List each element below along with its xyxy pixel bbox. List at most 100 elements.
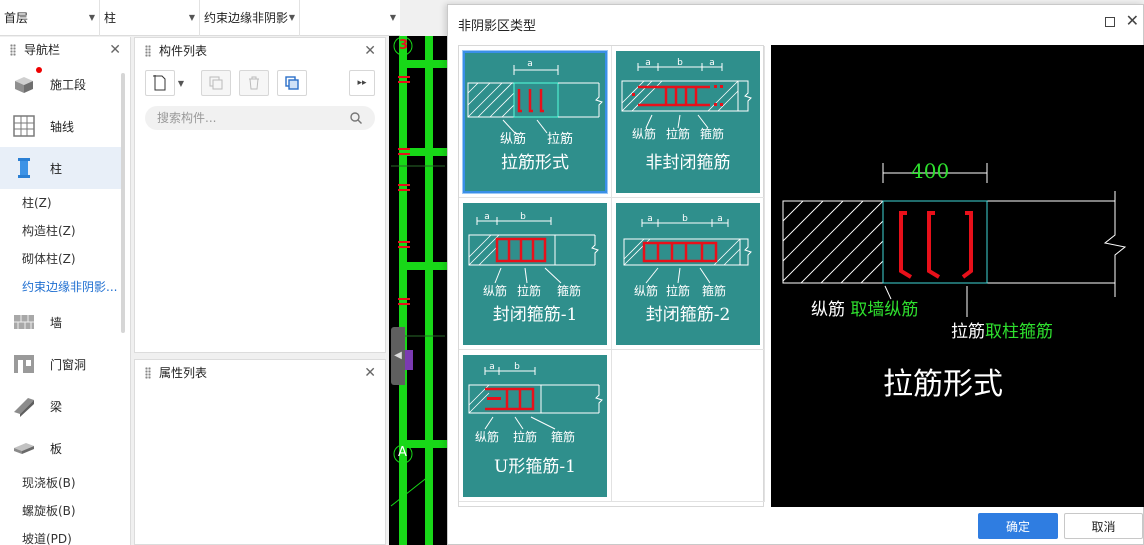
option-u-stirrup-1[interactable]: a b 纵筋 拉筋 箍筋 U形箍筋-1 (463, 355, 607, 497)
delete-component-button[interactable] (239, 70, 269, 96)
option-open-stirrup[interactable]: a b a 纵筋 拉筋 箍筋 非封闭箍筋 (616, 51, 760, 193)
search-icon[interactable] (349, 111, 363, 125)
drag-grip-icon[interactable] (10, 44, 16, 56)
close-icon[interactable]: ✕ (109, 37, 121, 63)
option-label: 封闭箍筋-1 (492, 305, 578, 325)
selection-marker (405, 350, 413, 370)
chevron-down-icon: ▼ (288, 13, 295, 22)
nav-item-slab[interactable]: 板 (0, 427, 121, 469)
nav-item-door-window[interactable]: 门窗洞 (0, 343, 121, 385)
nav-subitem-constructional-column[interactable]: 构造柱(Z) (0, 217, 121, 245)
option-label: 非封闭箍筋 (645, 153, 731, 173)
dim-label: b (677, 58, 683, 68)
layer-copy-icon (285, 76, 299, 90)
extra-dropdown[interactable]: ▼ (300, 0, 400, 36)
nav-item-label: 墙 (50, 315, 63, 330)
note-label: 纵筋 (500, 131, 526, 147)
wall-icon (14, 315, 34, 329)
close-icon[interactable]: ✕ (1126, 11, 1139, 30)
app-window: 首层 ▼ 柱 ▼ 约束边缘非阴影 ▼ ▼ 导航栏 ✕ 施工段 轴线 柱 柱(Z)… (0, 0, 1144, 545)
new-component-button[interactable] (145, 70, 175, 96)
note-label: 箍筋 (557, 283, 581, 298)
option-label: 拉筋形式 (501, 153, 569, 173)
cancel-button[interactable]: 取消 (1064, 513, 1143, 539)
note-label: 纵筋 (483, 283, 507, 298)
nav-subitem-masonry-column[interactable]: 砌体柱(Z) (0, 245, 121, 273)
notification-dot (36, 67, 42, 73)
nav-item-label: 板 (50, 441, 63, 456)
navigation-panel-title: 导航栏 (24, 43, 61, 57)
drag-grip-icon[interactable] (145, 45, 151, 57)
option-tie-bar-form[interactable]: a 纵筋 拉筋 拉筋形式 (463, 51, 607, 193)
floor-dropdown[interactable]: 首层 ▼ (0, 0, 100, 36)
dialog-title: 非阴影区类型 (458, 19, 537, 34)
nav-item-beam[interactable]: 梁 (0, 385, 121, 427)
expand-toolbar-button[interactable]: ▸▸ (349, 70, 375, 96)
dim-label: a (489, 362, 495, 372)
preview-dimension: 400 (911, 159, 950, 183)
nav-subitem-ramp[interactable]: 坡道(PD) (0, 525, 121, 545)
door-window-icon (14, 355, 34, 373)
subtype-value: 约束边缘非阴影 (204, 11, 289, 25)
note-label: 拉筋 (666, 283, 690, 298)
ok-button[interactable]: 确定 (978, 513, 1058, 539)
note-label: 拉筋 (666, 126, 690, 141)
drawing-canvas[interactable]: 3 A (389, 36, 447, 545)
axis-label-a: A (398, 445, 407, 460)
type-dropdown[interactable]: 柱 ▼ (100, 0, 200, 36)
preview-note-2-prefix: 拉筋 (951, 322, 985, 342)
preview-note-1: 纵筋 取墙纵筋 (811, 295, 918, 320)
chevron-down-icon: ▼ (389, 13, 396, 22)
option-closed-stirrup-2[interactable]: a b a 纵筋 拉筋 箍筋 封闭箍筋-2 (616, 203, 760, 345)
navigation-panel: 导航栏 ✕ 施工段 轴线 柱 柱(Z) 构造柱(Z) 砌体柱(Z) 约束边缘非阴… (0, 37, 131, 545)
note-label: 纵筋 (632, 126, 656, 141)
maximize-icon[interactable] (1105, 17, 1115, 27)
subtype-dropdown[interactable]: 约束边缘非阴影 ▼ (200, 0, 300, 36)
preview-note-2-value: 取柱箍筋 (985, 322, 1053, 342)
beam-icon (14, 398, 34, 417)
component-list-title: 构件列表 (159, 44, 208, 58)
dim-label: a (645, 58, 651, 68)
collapse-panel-handle[interactable]: ◀ (391, 327, 405, 385)
dim-label: a (709, 58, 715, 68)
nav-subitem-column-z[interactable]: 柱(Z) (0, 189, 121, 217)
nav-subitem-spiral-slab[interactable]: 螺旋板(B) (0, 497, 121, 525)
navigation-scrollbar[interactable] (121, 73, 125, 333)
preview-panel: 400 纵筋 取墙纵筋 拉筋取柱箍筋 拉筋形式 (771, 45, 1144, 507)
copy-component-button[interactable] (201, 70, 231, 96)
nav-item-grid-axis[interactable]: 轴线 (0, 105, 121, 147)
dim-label: b (520, 212, 526, 222)
component-toolbar: ▼ (145, 70, 315, 96)
nav-subitem-cast-slab[interactable]: 现浇板(B) (0, 469, 121, 497)
nav-item-label: 轴线 (50, 119, 75, 134)
dim-label: a (484, 212, 490, 222)
axis-label-3: 3 (399, 38, 409, 53)
nav-item-construction-section[interactable]: 施工段 (0, 63, 121, 105)
new-file-icon (153, 75, 166, 91)
option-closed-stirrup-1[interactable]: a b 纵筋 拉筋 箍筋 封闭箍筋-1 (463, 203, 607, 345)
cad-drawing (390, 36, 447, 545)
note-label: 纵筋 (634, 283, 658, 298)
trash-icon (249, 76, 259, 90)
navigation-list: 施工段 轴线 柱 柱(Z) 构造柱(Z) 砌体柱(Z) 约束边缘非阴影... 墙… (0, 63, 121, 545)
note-label: 纵筋 (475, 429, 499, 444)
u-stirrup-1-diagram: a b 纵筋 拉筋 箍筋 (468, 362, 603, 444)
chevron-left-icon: ◀ (394, 350, 402, 361)
property-list-title: 属性列表 (159, 366, 208, 380)
option-label: U形箍筋-1 (494, 457, 576, 477)
close-icon[interactable]: ✕ (364, 38, 376, 64)
nav-subitem-constraint-edge-nonshadow[interactable]: 约束边缘非阴影... (0, 273, 121, 301)
new-component-dropdown[interactable]: ▼ (175, 70, 187, 96)
note-label: 拉筋 (517, 283, 541, 298)
property-list-header: 属性列表 ✕ (135, 360, 385, 386)
nav-item-wall[interactable]: 墙 (0, 301, 121, 343)
close-icon[interactable]: ✕ (364, 360, 376, 386)
note-label: 箍筋 (551, 429, 575, 444)
dim-label: a (647, 214, 653, 224)
column-icon (18, 158, 30, 178)
nav-item-label: 梁 (50, 399, 63, 414)
layer-copy-button[interactable] (277, 70, 307, 96)
drag-grip-icon[interactable] (145, 367, 151, 379)
search-input[interactable] (145, 106, 345, 130)
nav-item-column[interactable]: 柱 (0, 147, 121, 189)
